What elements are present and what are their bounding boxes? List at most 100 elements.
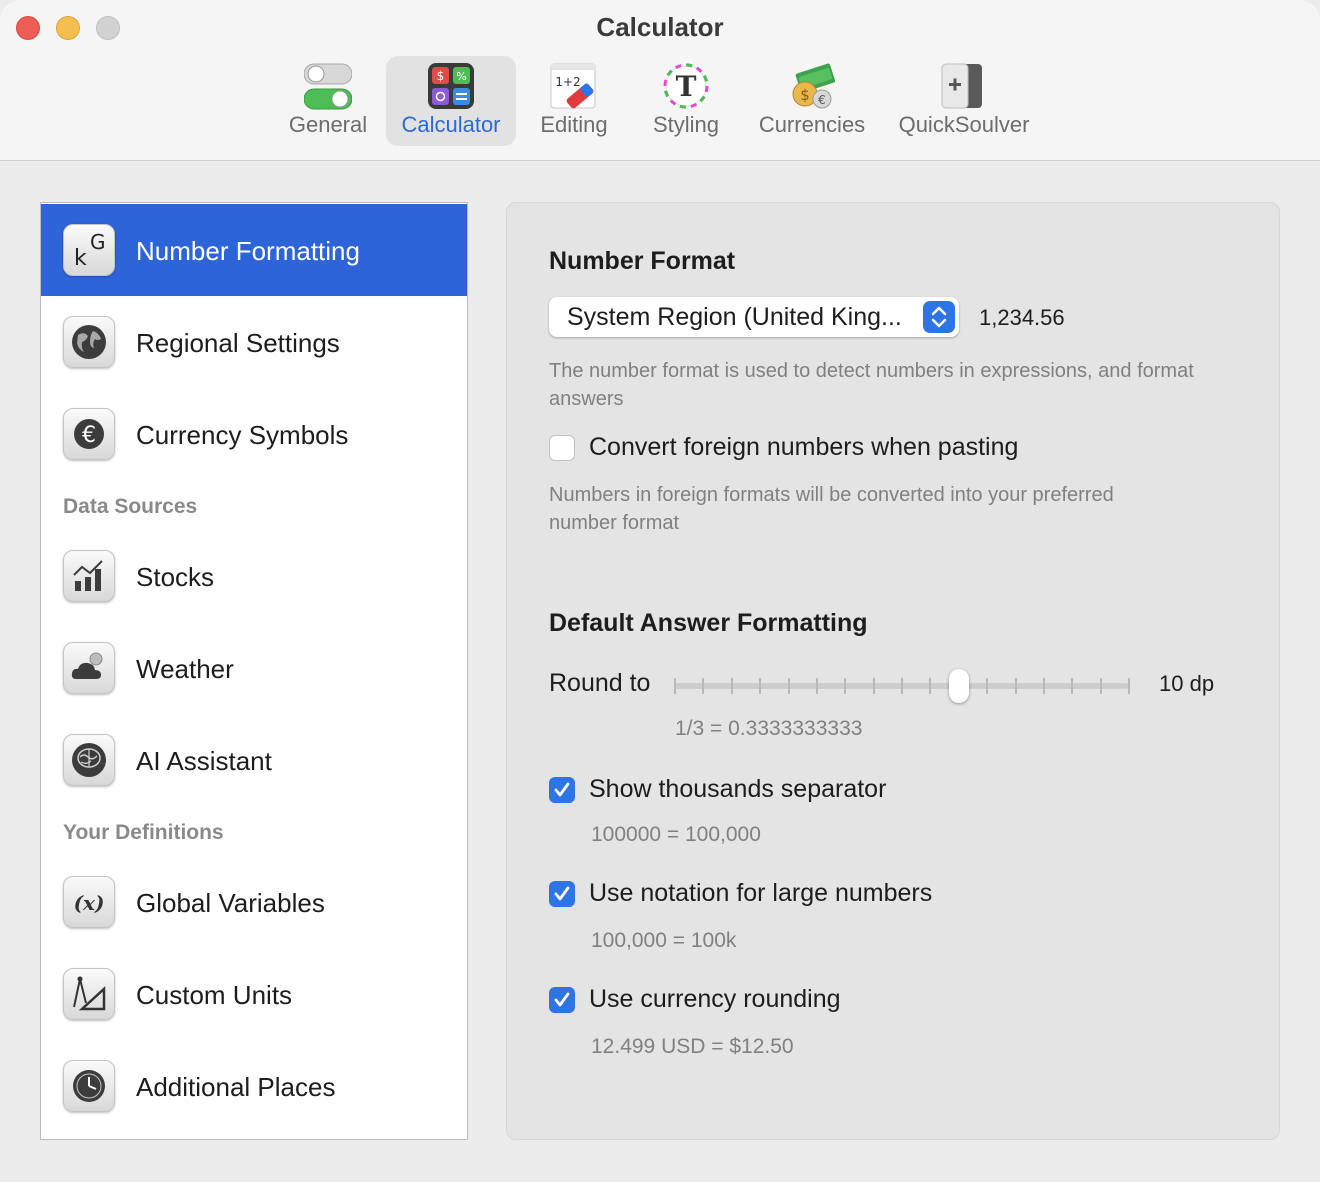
slider-tick (986, 678, 989, 694)
slider-knob[interactable] (948, 669, 969, 703)
window-title: Calculator (596, 12, 724, 42)
settings-panel: Number Format System Region (United King… (506, 202, 1280, 1140)
number-format-popup[interactable]: System Region (United King... (549, 297, 959, 337)
sidebar: k G Number Formatting Regional Settings (40, 202, 468, 1140)
quicksoulver-icon (940, 62, 988, 110)
slider-tick (815, 678, 818, 694)
brain-icon (63, 734, 115, 786)
currency-rounding-example: 12.499 USD = $12.50 (591, 1035, 794, 1058)
sidebar-item-label: Number Formatting (136, 236, 360, 266)
svg-text:%: % (456, 70, 466, 83)
money-icon: $ € (788, 62, 836, 110)
svg-text:G: G (90, 230, 106, 254)
number-format-heading: Number Format (549, 247, 736, 275)
svg-text:€: € (818, 93, 826, 107)
convert-foreign-help: Numbers in foreign formats will be conve… (549, 484, 1114, 534)
svg-text:1+2: 1+2 (555, 75, 580, 89)
number-format-selected: System Region (United King... (567, 303, 902, 331)
tab-quicksoulver[interactable]: QuickSoulver (890, 56, 1038, 146)
slider-tick (702, 678, 705, 694)
tab-calculator-label: Calculator (401, 112, 501, 137)
tab-general-label: General (288, 112, 368, 137)
slider-tick (1014, 678, 1017, 694)
currency-rounding-label: Use currency rounding (589, 985, 841, 1013)
stocks-chart-icon (63, 550, 115, 602)
clock-icon (63, 1060, 115, 1112)
svg-text:€: € (82, 423, 96, 448)
sidebar-item-label: Currency Symbols (136, 420, 349, 450)
sidebar-item-custom-units[interactable]: Custom Units (41, 948, 467, 1040)
sidebar-item-label: Custom Units (136, 980, 293, 1010)
svg-text:k: k (74, 246, 87, 271)
tab-quicksoulver-label: QuickSoulver (898, 112, 1030, 137)
slider-tick (901, 678, 903, 694)
section-header-data-sources: Data Sources (63, 495, 198, 518)
eraser-icon: 1+2 (550, 62, 598, 110)
large-number-notation-example: 100,000 = 100k (591, 929, 737, 952)
sidebar-item-stocks[interactable]: Stocks (41, 530, 467, 622)
chevron-updown-icon (923, 301, 955, 333)
tab-calculator[interactable]: $ % Calculator (386, 56, 516, 146)
thousands-separator-label: Show thousands separator (589, 775, 887, 803)
large-number-notation-checkbox[interactable] (549, 881, 575, 907)
slider-tick (844, 678, 847, 694)
sidebar-item-global-variables[interactable]: (x) Global Variables (41, 856, 467, 948)
currency-rounding-checkbox[interactable] (549, 987, 575, 1013)
sidebar-item-weather[interactable]: Weather (41, 622, 467, 714)
sidebar-item-currency-symbols[interactable]: € Currency Symbols (41, 388, 467, 480)
answer-formatting-heading: Default Answer Formatting (549, 609, 868, 637)
slider-tick (1042, 678, 1045, 694)
slider-tick (872, 678, 875, 694)
sidebar-item-label: AI Assistant (136, 746, 272, 776)
slider-tick (759, 678, 762, 694)
tab-currencies[interactable]: $ € Currencies (752, 56, 872, 146)
svg-text:$: $ (437, 69, 445, 83)
sidebar-item-ai-assistant[interactable]: AI Assistant (41, 714, 467, 806)
slider-tick (674, 678, 676, 694)
tab-editing[interactable]: 1+2 Editing (528, 56, 620, 146)
preferences-window: Calculator General $ % Calculator 1+2 Ed… (0, 0, 1320, 1182)
section-header-your-definitions: Your Definitions (63, 821, 224, 844)
sidebar-item-additional-places[interactable]: Additional Places (41, 1040, 467, 1132)
round-to-example: 1/3 = 0.3333333333 (675, 717, 863, 740)
sidebar-item-number-formatting[interactable]: k G Number Formatting (41, 204, 467, 296)
variable-icon: (x) (63, 876, 115, 928)
tab-editing-label: Editing (540, 112, 608, 137)
calculator-icon: $ % (427, 62, 475, 110)
slider-tick (787, 678, 790, 694)
thousands-separator-example: 100000 = 100,000 (591, 823, 761, 846)
sidebar-item-label: Additional Places (136, 1072, 336, 1102)
slider-tick (929, 678, 932, 694)
convert-foreign-label: Convert foreign numbers when pasting (589, 433, 1019, 461)
tab-general[interactable]: General (282, 56, 374, 146)
sidebar-item-regional-settings[interactable]: Regional Settings (41, 296, 467, 388)
svg-text:$: $ (800, 86, 810, 104)
sidebar-item-label: Regional Settings (136, 328, 340, 358)
globe-icon (63, 316, 115, 368)
sidebar-item-label: Weather (136, 654, 234, 684)
round-to-label: Round to (549, 669, 651, 697)
title-bar: Calculator General $ % Calculator 1+2 Ed… (0, 0, 1320, 161)
convert-foreign-checkbox[interactable] (549, 435, 575, 461)
toggle-switches-icon (303, 62, 353, 110)
number-format-sample: 1,234.56 (979, 305, 1065, 330)
large-number-notation-label: Use notation for large numbers (589, 879, 933, 907)
sidebar-item-label: Stocks (136, 562, 215, 592)
slider-tick (1099, 678, 1102, 694)
thousands-separator-checkbox[interactable] (549, 777, 575, 803)
slider-tick (1071, 678, 1074, 694)
font-style-icon: T (662, 62, 710, 110)
sidebar-item-label: Global Variables (136, 888, 325, 918)
svg-text:T: T (676, 70, 697, 103)
round-to-slider[interactable] (674, 669, 1130, 703)
tab-styling[interactable]: T Styling (640, 56, 732, 146)
number-format-help: The number format is used to detect numb… (549, 360, 1194, 410)
slider-tick (1128, 678, 1130, 694)
tab-currencies-label: Currencies (758, 112, 866, 137)
svg-text:(x): (x) (74, 891, 105, 915)
number-formatting-icon: k G (63, 224, 115, 276)
tab-styling-label: Styling (652, 112, 720, 137)
slider-tick (730, 678, 733, 694)
compass-ruler-icon (63, 968, 115, 1020)
euro-icon: € (63, 408, 115, 460)
